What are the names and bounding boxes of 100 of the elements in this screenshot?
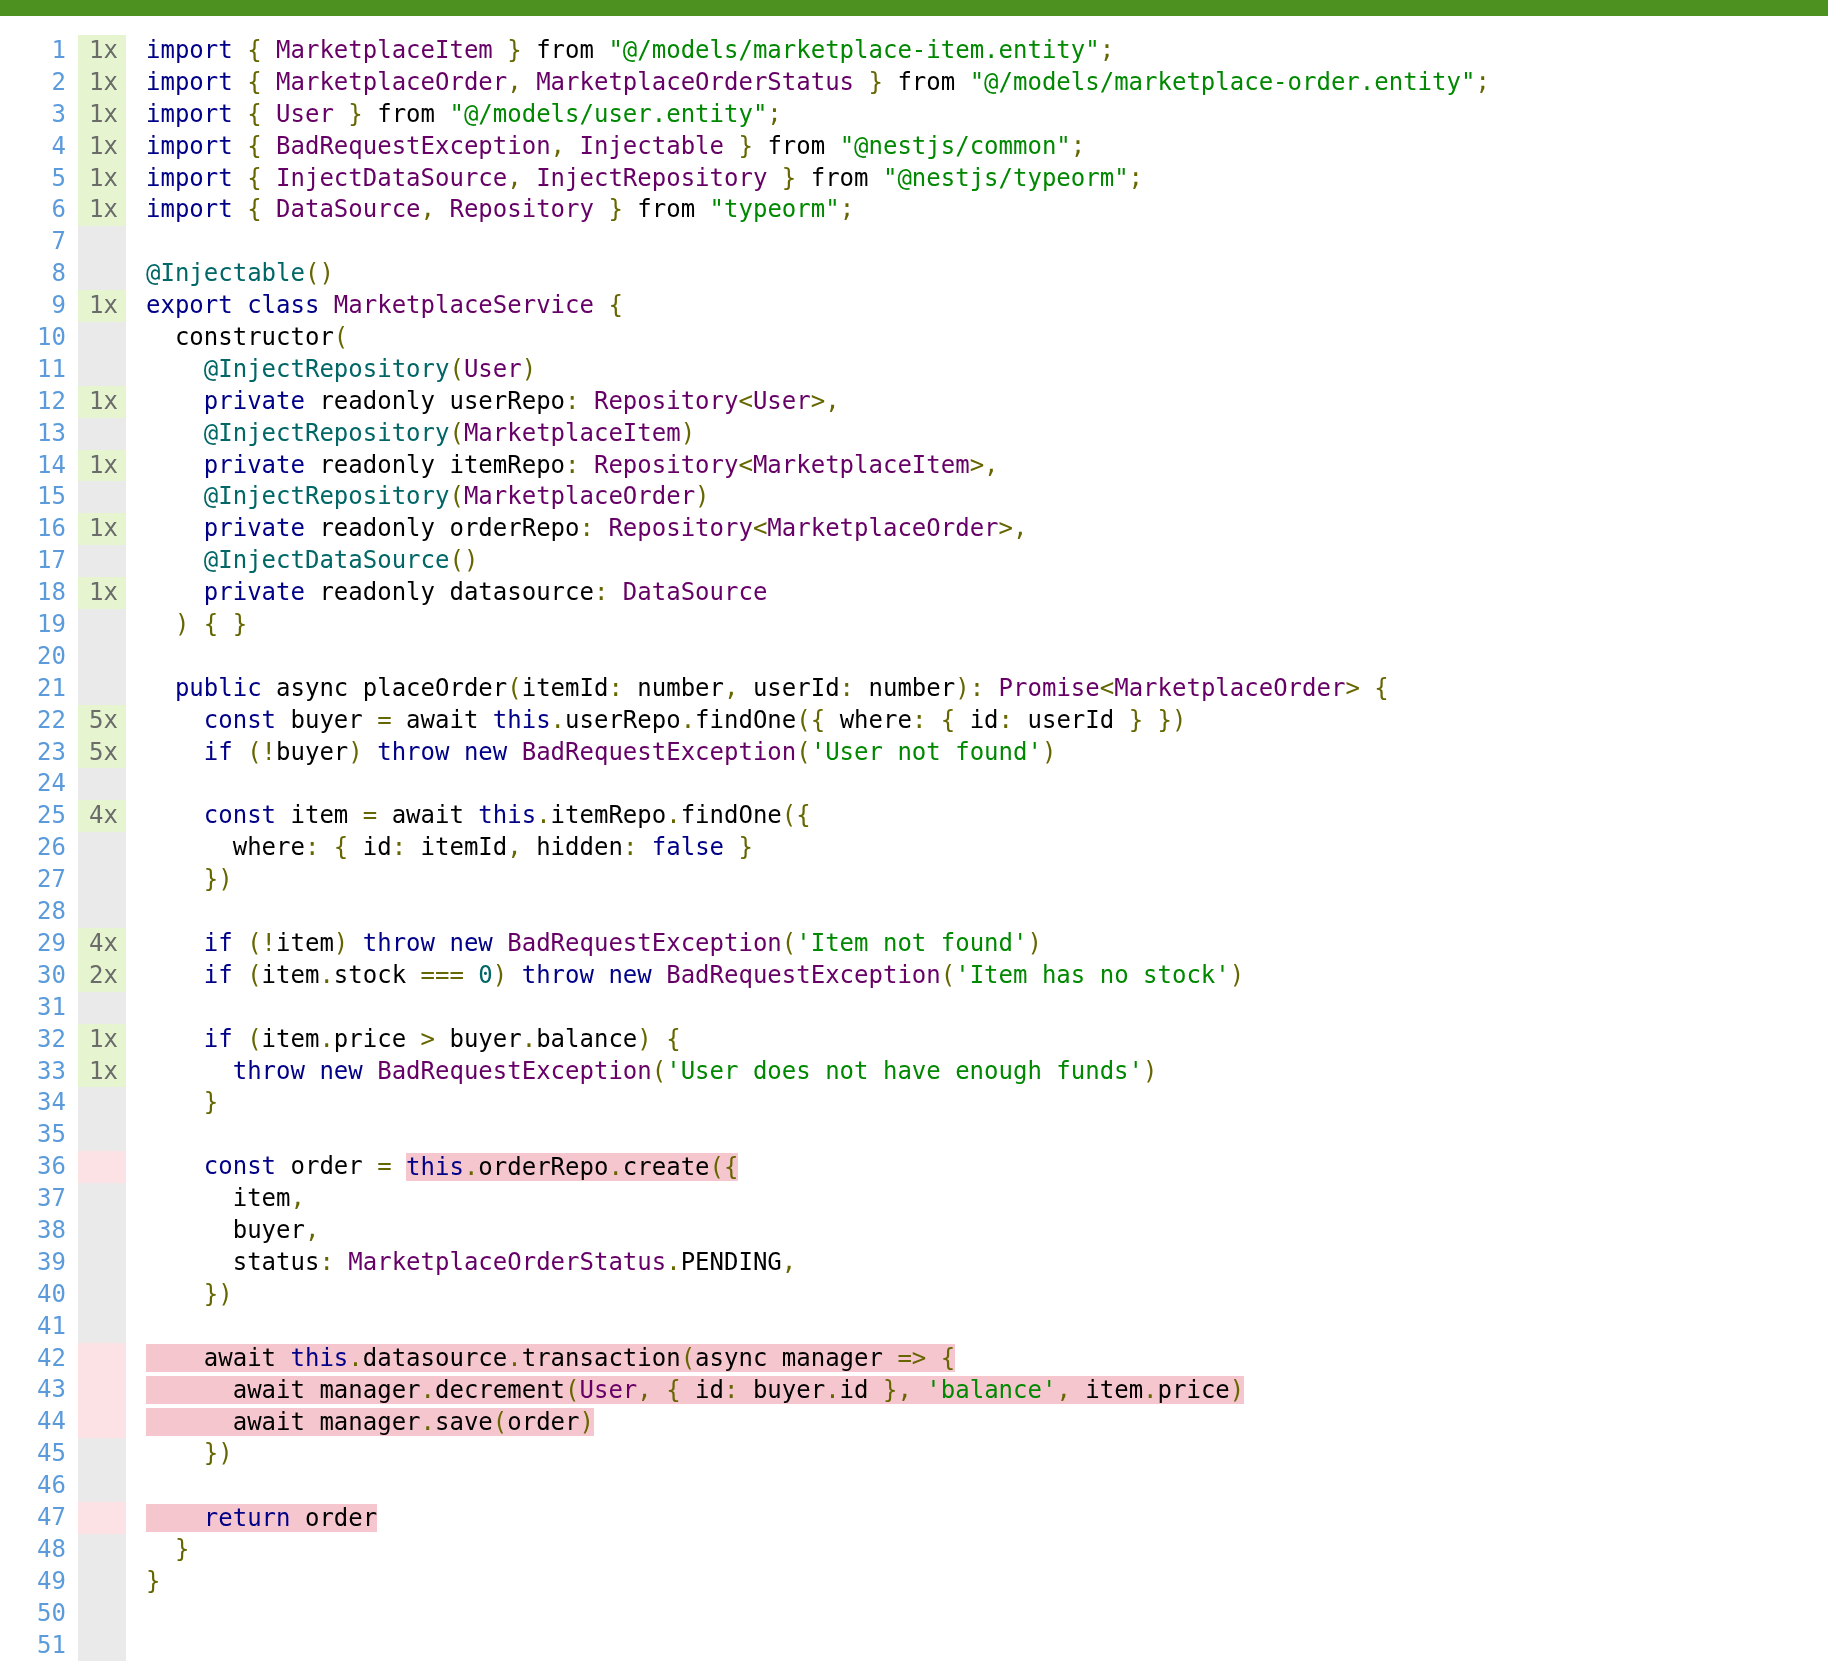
hit-count: 1x [78,290,126,322]
coverage-gutter-cell [78,1406,126,1439]
hit-count: 1x [78,66,126,99]
hit-count: 1x [78,130,126,163]
coverage-gutter-cell [78,896,126,928]
line-number: 37 [36,1183,67,1215]
hit-count: 1x [78,98,126,131]
line-number: 6 [50,194,67,226]
line-number: 22 [36,704,67,736]
line-number: 21 [36,672,67,704]
coverage-gutter-cell [78,417,126,450]
line-number: 25 [36,800,67,832]
line-number: 14 [36,449,67,481]
code-line: const buyer = await this.userRepo.findOne({ where: { id: userId } }) [202,704,1187,736]
line-number: 2 [50,66,67,98]
coverage-gutter-cell [78,226,126,259]
code-line: }) [202,864,233,896]
line-number: 48 [36,1533,67,1565]
code-line: @InjectDataSource() [202,545,479,577]
line-number: 44 [36,1406,67,1438]
coverage-gutter-cell [78,832,126,865]
code-line: if (item.price > buyer.balance) { [202,1023,681,1055]
line-number: 50 [36,1597,67,1629]
line-number: 30 [36,959,67,991]
coverage-gutter-cell [78,1438,126,1471]
code-line: import { MarketplaceOrder, MarketplaceOrderStatus } from "@/models/marketplace-order.entity"; [146,66,1490,98]
hit-count: 1x [78,449,126,482]
coverage-gutter-cell [78,353,126,386]
coverage-gutter-cell [78,1151,126,1184]
hit-count: 1x [78,1023,126,1056]
uncovered-code-highlight: await manager.decrement(User, { id: buyer.id }, 'balance', item.price) [146,1376,1245,1405]
code-line: }) [202,1278,233,1310]
hit-count: 4x [78,800,126,833]
line-number: 4 [50,130,67,162]
line-number: 20 [36,640,67,672]
line-number: 42 [36,1342,67,1374]
coverage-gutter-cell [78,545,126,578]
line-number: 12 [36,385,67,417]
line-number: 49 [36,1565,67,1597]
line-number: 27 [36,864,67,896]
uncovered-code-highlight: await manager.save(order) [146,1408,594,1437]
code-line: export class MarketplaceService { [146,290,623,322]
coverage-gutter-cell [78,609,126,641]
code-line: import { DataSource, Repository } from "typeorm"; [146,194,855,226]
line-number: 1 [50,35,67,66]
code-line: if (item.stock === 0) throw new BadRequestException('Item has no stock') [202,959,1245,991]
line-number: 46 [36,1470,67,1502]
coverage-gutter-cell [78,1470,126,1502]
line-number: 24 [36,768,67,800]
code-line: const item = await this.itemRepo.findOne({ [202,800,811,832]
coverage-gutter-cell [78,672,126,705]
code-line: import { User } from "@/models/user.entity"; [146,98,782,130]
coverage-gutter-cell [78,991,126,1024]
line-number: 32 [36,1023,67,1055]
code-line: item, [231,1183,305,1215]
line-number: 13 [36,417,67,449]
code-line: private readonly userRepo: Repository<User>, [202,385,840,417]
coverage-gutter-cell [78,1501,126,1534]
code-line: private readonly itemRepo: Repository<MarketplaceItem>, [202,449,999,481]
line-number: 9 [50,290,67,322]
code-line: @InjectRepository(MarketplaceItem) [202,417,696,449]
line-number: 23 [36,736,67,768]
code-line: @InjectRepository(MarketplaceOrder) [202,481,710,513]
hit-count: 4x [78,927,126,960]
hit-count: 1x [78,385,126,418]
coverage-gutter-cell [78,1533,126,1566]
line-number: 43 [36,1374,67,1406]
code-line: } [173,1533,190,1565]
line-number: 47 [36,1501,67,1533]
code-line: ) { } [173,609,248,641]
line-number: 11 [36,353,67,385]
code-line: if (!item) throw new BadRequestException('Item not found') [202,927,1042,959]
line-number: 40 [36,1278,67,1310]
hit-count: 1x [78,162,126,195]
code-line: private readonly datasource: DataSource [202,577,768,609]
line-number: 31 [36,991,67,1023]
code-line: status: MarketplaceOrderStatus.PENDING, [231,1246,797,1278]
code-line: throw new BadRequestException('User does not have enough funds') [231,1055,1158,1087]
coverage-gutter-cell [78,1119,126,1152]
code-line: import { MarketplaceItem } from "@/models/marketplace-item.entity"; [146,35,1115,66]
line-number: 26 [36,832,67,864]
code-line: @InjectRepository(User) [202,353,537,385]
coverage-gutter-cell [78,1310,126,1343]
coverage-gutter-cell [78,322,126,354]
code-line: where: { id: itemId, hidden: false } [231,832,753,864]
line-number: 16 [36,513,67,545]
line-number: 8 [50,258,67,290]
line-number: 3 [50,98,67,130]
line-number: 38 [36,1214,67,1246]
uncovered-code-highlight: this.orderRepo.create({ [406,1153,739,1182]
code-line: constructor( [173,322,349,353]
hit-count: 1x [78,194,126,227]
coverage-gutter-cell [78,1183,126,1215]
line-number: 17 [36,545,67,577]
coverage-gutter-cell [78,1087,126,1120]
line-number: 45 [36,1438,67,1470]
code-line: } [146,1565,161,1597]
line-number: 33 [36,1055,67,1087]
line-number: 35 [36,1119,67,1151]
coverage-gutter-cell [78,768,126,801]
